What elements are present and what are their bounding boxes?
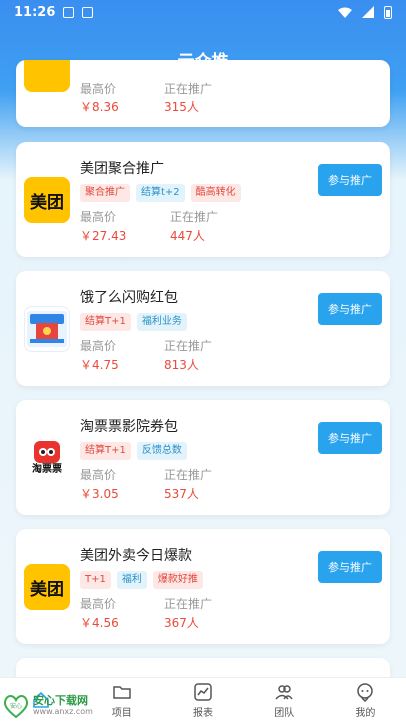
heart-logo-icon: 安心 bbox=[3, 695, 29, 719]
project-title: 美团外卖今日爆款 bbox=[80, 548, 192, 564]
project-list[interactable]: 最高价 ￥8.36 正在推广 315人 美团 美团聚合推广 聚合推广 结算t+2… bbox=[0, 0, 406, 723]
promoting-value: 813人 bbox=[164, 358, 199, 372]
max-price-label: 最高价 bbox=[80, 468, 117, 482]
tab-label: 我的 bbox=[355, 708, 376, 719]
tab-label: 团队 bbox=[274, 708, 295, 719]
max-price-value: ￥4.75 bbox=[80, 358, 119, 372]
tag: T+1 bbox=[80, 571, 111, 589]
max-price-value: ￥27.43 bbox=[80, 229, 127, 243]
join-promotion-button[interactable]: 参与推广 bbox=[318, 293, 382, 325]
tab-label: 项目 bbox=[111, 708, 132, 719]
max-price-label: 最高价 bbox=[80, 210, 117, 224]
chart-icon bbox=[194, 683, 212, 701]
project-title: 饿了么闪购红包 bbox=[80, 290, 178, 306]
eleme-logo bbox=[24, 306, 70, 352]
project-card[interactable]: 最高价 ￥8.36 正在推广 315人 bbox=[16, 60, 390, 127]
tag-list: 结算T+1 福利业务 bbox=[80, 313, 187, 331]
promoting-value: 537人 bbox=[164, 487, 199, 501]
tag: 结算T+1 bbox=[80, 442, 131, 460]
tag-list: 聚合推广 结算t+2 酷高转化 bbox=[80, 184, 241, 202]
project-card[interactable]: 美团 美团外卖今日爆款 T+1 福利 爆款好推 最高价 ￥4.56 正在推广 3… bbox=[16, 529, 390, 644]
tab-mine[interactable]: 我的 bbox=[325, 678, 406, 723]
max-price-value: ￥8.36 bbox=[80, 100, 119, 114]
max-price-value: ￥4.56 bbox=[80, 616, 119, 630]
taopiaopiao-icon bbox=[34, 441, 60, 463]
promoting-label: 正在推广 bbox=[164, 82, 213, 96]
join-promotion-button[interactable]: 参与推广 bbox=[318, 164, 382, 196]
tab-team[interactable]: 团队 bbox=[244, 678, 325, 723]
promoting-label: 正在推广 bbox=[170, 210, 219, 224]
tag-list: 结算T+1 反馈总数 bbox=[80, 442, 187, 460]
eleme-red-packet-icon bbox=[27, 311, 67, 347]
promoting-label: 正在推广 bbox=[164, 597, 213, 611]
logo-text: 淘票票 bbox=[32, 464, 62, 475]
max-price-label: 最高价 bbox=[80, 339, 117, 353]
join-promotion-button[interactable]: 参与推广 bbox=[318, 551, 382, 583]
project-title: 美团聚合推广 bbox=[80, 161, 164, 177]
project-card[interactable]: 饿了么闪购红包 结算T+1 福利业务 最高价 ￥4.75 正在推广 813人 参… bbox=[16, 271, 390, 386]
tag: 福利业务 bbox=[136, 313, 187, 331]
folder-icon bbox=[113, 686, 131, 699]
user-icon bbox=[357, 683, 374, 702]
tag-list: T+1 福利 爆款好推 bbox=[80, 571, 203, 589]
project-title: 淘票票影院券包 bbox=[80, 419, 178, 435]
watermark-url: www.anxz.com bbox=[33, 707, 93, 716]
taopiaopiao-logo: 淘票票 bbox=[24, 435, 70, 481]
download-site-watermark: 安心 安心下载网 www.anxz.com bbox=[0, 691, 110, 721]
watermark-name: 安心下载网 bbox=[33, 694, 88, 707]
meituan-logo: 美团 bbox=[24, 564, 70, 610]
project-card[interactable]: 美团 美团聚合推广 聚合推广 结算t+2 酷高转化 最高价 ￥27.43 正在推… bbox=[16, 142, 390, 257]
tag: 爆款好推 bbox=[152, 571, 203, 589]
logo-text: 美团 bbox=[30, 192, 64, 213]
meituan-logo bbox=[24, 60, 70, 92]
watermark-badge: 安心 bbox=[10, 702, 22, 710]
tag: 聚合推广 bbox=[80, 184, 130, 202]
promoting-value: 315人 bbox=[164, 100, 199, 114]
max-price-value: ￥3.05 bbox=[80, 487, 119, 501]
project-card[interactable]: 淘票票 淘票票影院券包 结算T+1 反馈总数 最高价 ￥3.05 正在推广 53… bbox=[16, 400, 390, 515]
logo-text: 美团 bbox=[30, 579, 64, 600]
tag: 结算T+1 bbox=[80, 313, 131, 331]
max-price-label: 最高价 bbox=[80, 82, 117, 96]
tag: 福利 bbox=[116, 571, 147, 589]
promoting-label: 正在推广 bbox=[164, 468, 213, 482]
join-promotion-button[interactable]: 参与推广 bbox=[318, 422, 382, 454]
meituan-logo: 美团 bbox=[24, 177, 70, 223]
tab-reports[interactable]: 报表 bbox=[162, 678, 243, 723]
promoting-value: 367人 bbox=[164, 616, 199, 630]
team-icon bbox=[275, 685, 293, 700]
promoting-label: 正在推广 bbox=[164, 339, 213, 353]
tag: 反馈总数 bbox=[136, 442, 187, 460]
tag: 酷高转化 bbox=[190, 184, 241, 202]
tag: 结算t+2 bbox=[136, 184, 185, 202]
tab-label: 报表 bbox=[193, 708, 213, 719]
promoting-value: 447人 bbox=[170, 229, 205, 243]
max-price-label: 最高价 bbox=[80, 597, 117, 611]
